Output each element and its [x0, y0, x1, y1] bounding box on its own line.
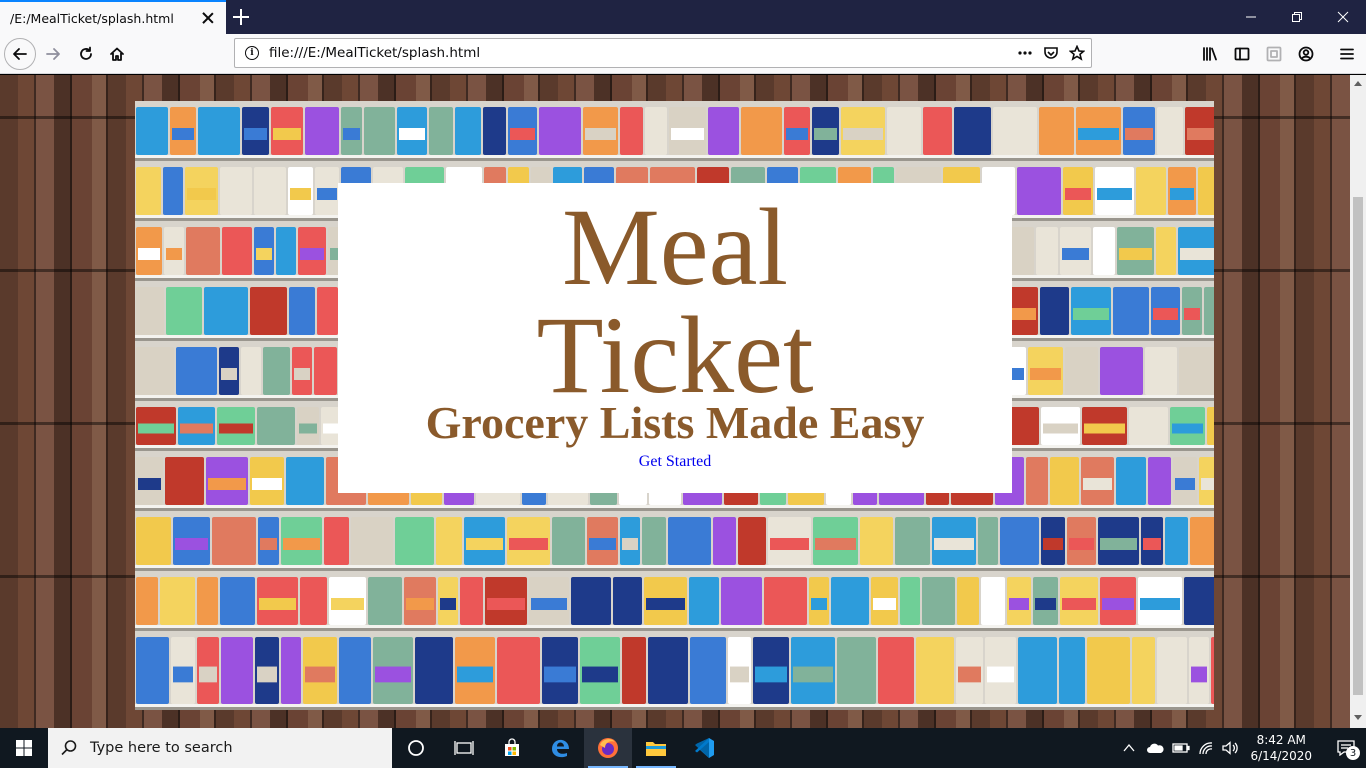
search-icon	[61, 740, 77, 756]
new-tab-icon[interactable]	[230, 6, 252, 28]
tab-strip: /E:/MealTicket/splash.html	[0, 0, 1366, 34]
pocket-icon[interactable]	[1043, 45, 1059, 61]
restore-icon[interactable]	[1274, 0, 1320, 34]
vscode-icon[interactable]	[680, 728, 728, 768]
firefox-taskbar-icon[interactable]	[584, 728, 632, 768]
chevron-up-icon[interactable]	[1122, 741, 1136, 755]
scroll-thumb[interactable]	[1353, 197, 1363, 695]
account-icon[interactable]	[1290, 38, 1322, 70]
url-text[interactable]: file:///E:/MealTicket/splash.html	[269, 45, 1017, 61]
forward-arrow-icon[interactable]	[37, 38, 69, 70]
edge-icon[interactable]	[536, 728, 584, 768]
close-window-icon[interactable]	[1320, 0, 1366, 34]
system-tray: 8:42 AM 6/14/2020 3	[1122, 728, 1366, 768]
close-tab-icon[interactable]	[200, 10, 216, 26]
app-title-line1: Meal	[561, 186, 788, 308]
reload-icon[interactable]	[70, 38, 102, 70]
search-placeholder: Type here to search	[90, 740, 233, 756]
scroll-up-icon[interactable]	[1354, 81, 1362, 86]
tab-title: /E:/MealTicket/splash.html	[10, 10, 174, 26]
page-viewport: Meal Ticket Grocery Lists Made Easy Get …	[0, 75, 1350, 728]
file-explorer-icon[interactable]	[632, 728, 680, 768]
store-icon[interactable]	[488, 728, 536, 768]
sidebar-icon[interactable]	[1226, 38, 1258, 70]
taskbar-search-box[interactable]: Type here to search	[48, 728, 392, 768]
onedrive-icon[interactable]	[1146, 741, 1165, 755]
cortana-icon[interactable]	[392, 728, 440, 768]
extension-icon[interactable]	[1258, 38, 1290, 70]
task-view-icon[interactable]	[440, 728, 488, 768]
tagline: Grocery Lists Made Easy	[425, 397, 925, 448]
volume-icon[interactable]	[1222, 741, 1240, 755]
clock-date: 6/14/2020	[1250, 749, 1312, 763]
get-started-link[interactable]: Get Started	[338, 453, 1012, 471]
splash-card: Meal Ticket Grocery Lists Made Easy Get …	[338, 183, 1012, 493]
menu-hamburger-icon[interactable]	[1331, 38, 1363, 70]
battery-icon[interactable]	[1172, 741, 1191, 755]
clock-time: 8:42 AM	[1256, 733, 1306, 747]
scroll-down-icon[interactable]	[1354, 715, 1362, 720]
notification-badge: 3	[1346, 746, 1360, 760]
address-bar[interactable]: i file:///E:/MealTicket/splash.html	[234, 38, 1092, 68]
page-actions-icon[interactable]	[1017, 45, 1033, 61]
site-info-icon[interactable]: i	[245, 46, 259, 60]
home-icon[interactable]	[101, 38, 133, 70]
library-icon[interactable]	[1194, 38, 1226, 70]
back-arrow-icon[interactable]	[4, 38, 36, 70]
navigation-toolbar: i file:///E:/MealTicket/splash.html	[0, 34, 1366, 74]
windows-taskbar: Type here to search 8:42 AM 6/14/2020 3	[0, 728, 1366, 768]
windows-start-icon[interactable]	[0, 728, 48, 768]
app-title-line2: Ticket	[536, 294, 814, 416]
clock[interactable]: 8:42 AM 6/14/2020	[1250, 732, 1312, 764]
browser-tab[interactable]: /E:/MealTicket/splash.html	[0, 0, 226, 34]
bookmark-star-icon[interactable]	[1069, 45, 1085, 61]
wifi-icon[interactable]	[1198, 741, 1214, 755]
vertical-scrollbar[interactable]	[1350, 75, 1366, 728]
minimize-icon[interactable]	[1228, 0, 1274, 34]
action-center-icon[interactable]: 3	[1326, 728, 1366, 768]
